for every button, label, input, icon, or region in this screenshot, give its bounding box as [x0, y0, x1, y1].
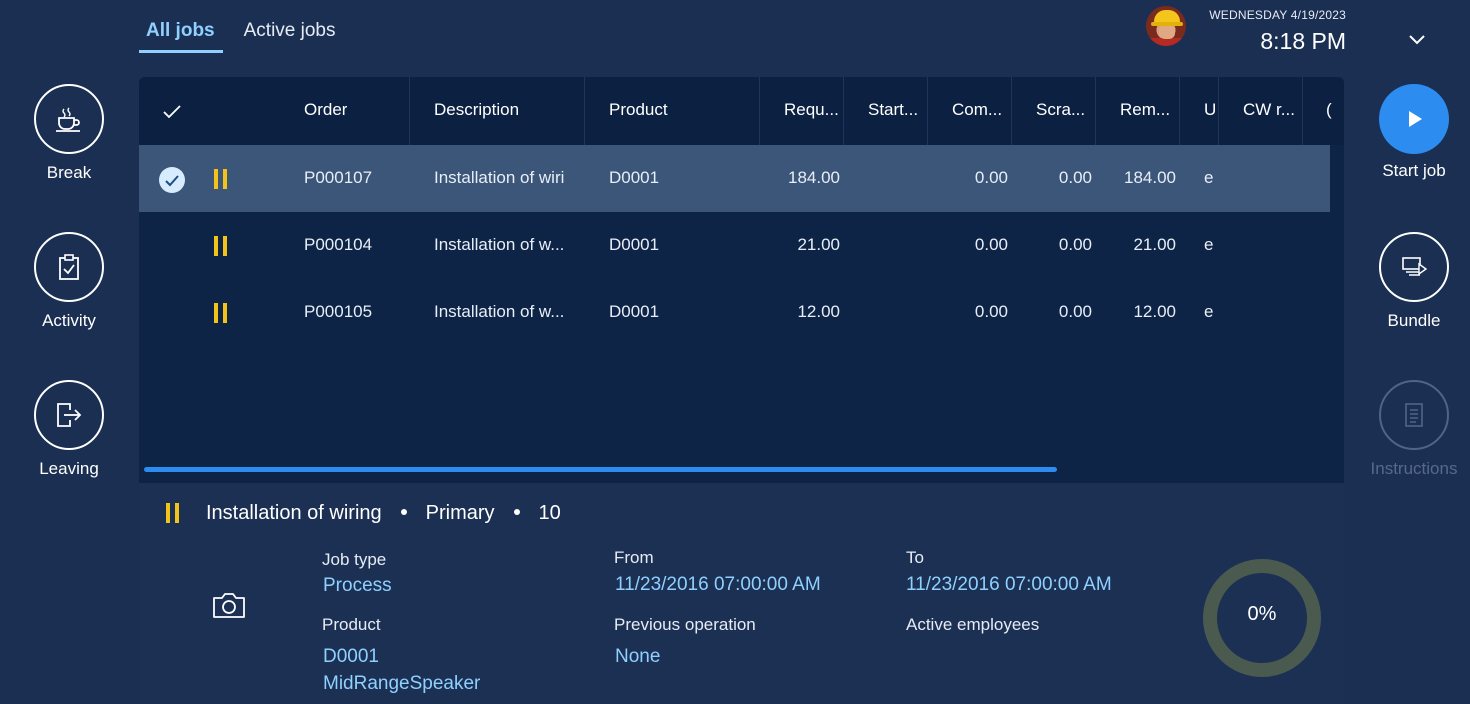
select-all-checkmark-icon[interactable] [162, 104, 182, 120]
start-job-label: Start job [1382, 161, 1446, 180]
cell-required: 21.00 [797, 235, 840, 254]
jobs-grid: Order Description Product Requ... Start.… [139, 77, 1344, 483]
column-header-unit[interactable]: U [1204, 100, 1216, 120]
cell-unit: e [1204, 235, 1214, 254]
cell-required: 184.00 [788, 168, 840, 187]
table-row[interactable]: P000105 Installation of w... D0001 12.00… [139, 279, 1330, 346]
exit-door-icon [57, 403, 82, 427]
bundle-label: Bundle [1387, 311, 1441, 330]
product-name-link[interactable]: MidRangeSpeaker [323, 673, 480, 695]
column-header-order[interactable]: Order [304, 100, 347, 120]
active-employees-label: Active employees [906, 615, 1040, 634]
column-header-remaining[interactable]: Rem... [1120, 100, 1170, 120]
column-header-scrapped[interactable]: Scra... [1036, 100, 1085, 120]
progress-percent: 0% [1247, 603, 1277, 625]
table-row[interactable]: P000107 Installation of wiri D0001 184.0… [139, 145, 1330, 212]
column-header-description[interactable]: Description [434, 100, 519, 120]
job-number: 10 [538, 502, 561, 524]
cell-completed: 0.00 [974, 302, 1008, 321]
tab-active-jobs[interactable]: Active jobs [237, 18, 344, 53]
cell-remaining: 21.00 [1133, 235, 1176, 254]
instructions-button[interactable]: Instructions [1359, 380, 1469, 479]
clipboard-check-icon [59, 254, 79, 280]
cell-order: P000105 [304, 302, 373, 321]
job-tabs: All jobs Active jobs [139, 18, 358, 53]
document-icon [1405, 403, 1423, 427]
cell-description: Installation of w... [434, 235, 565, 254]
start-job-button[interactable]: Start job [1359, 84, 1469, 181]
cell-remaining: 12.00 [1133, 302, 1176, 321]
column-header-required[interactable]: Requ... [784, 100, 839, 120]
previous-operation-value: None [615, 646, 661, 667]
cell-scrapped: 0.00 [1058, 235, 1092, 254]
cell-completed: 0.00 [974, 168, 1008, 187]
cell-scrapped: 0.00 [1058, 168, 1092, 187]
leaving-label: Leaving [39, 459, 99, 478]
cell-description: Installation of wiri [434, 168, 565, 187]
cell-completed: 0.00 [974, 235, 1008, 254]
bundle-button[interactable]: Bundle [1359, 232, 1469, 331]
column-header-cw[interactable]: CW r... [1243, 100, 1295, 120]
job-details-panel: Installation of wiring Primary 10 Job type… [139, 483, 1344, 704]
horizontal-scrollbar[interactable] [144, 467, 1057, 472]
start-job-button-circle[interactable] [1379, 84, 1449, 154]
column-header-product[interactable]: Product [609, 100, 668, 120]
camera-icon[interactable] [211, 589, 247, 621]
cell-order: P000107 [304, 168, 373, 187]
activity-button-circle[interactable] [34, 232, 104, 302]
break-label: Break [46, 163, 92, 182]
break-button-circle[interactable] [34, 84, 104, 154]
avatar[interactable] [1146, 6, 1186, 46]
job-details-title: Installation of wiring Primary 10 [206, 502, 561, 525]
to-value: 11/23/2016 07:00:00 AM [906, 574, 1112, 595]
bundle-button-circle[interactable] [1379, 232, 1449, 302]
column-header-more[interactable]: ( [1326, 100, 1332, 120]
to-label: To [906, 548, 924, 567]
activity-button[interactable]: Activity [14, 232, 124, 331]
column-header-completed[interactable]: Com... [952, 100, 1002, 120]
paused-status-icon [214, 303, 227, 323]
job-type-label: Job type [322, 550, 387, 569]
leaving-button[interactable]: Leaving [14, 380, 124, 479]
cell-product: D0001 [609, 235, 660, 254]
chevron-down-icon[interactable] [1408, 31, 1426, 49]
from-value: 11/23/2016 07:00:00 AM [615, 574, 821, 595]
cell-description: Installation of w... [434, 302, 565, 321]
cell-order: P000104 [304, 235, 373, 254]
cell-remaining: 184.00 [1124, 168, 1176, 187]
cell-product: D0001 [609, 168, 660, 187]
leaving-button-circle[interactable] [34, 380, 104, 450]
cell-product: D0001 [609, 302, 660, 321]
product-id-link[interactable]: D0001 [323, 646, 379, 668]
current-time: 8:18 PM [1260, 28, 1346, 54]
activity-label: Activity [42, 311, 96, 330]
cell-unit: e [1204, 302, 1214, 321]
product-label: Product [322, 615, 381, 634]
break-button[interactable]: Break [14, 84, 124, 183]
previous-operation-label: Previous operation [614, 615, 756, 634]
paused-status-icon [214, 169, 227, 189]
row-selected-check-icon[interactable] [159, 167, 185, 193]
from-label: From [614, 548, 654, 567]
job-type-value: Process [323, 575, 392, 596]
current-date: WEDNESDAY 4/19/2023 [1209, 8, 1346, 22]
grid-header: Order Description Product Requ... Start.… [139, 77, 1344, 145]
play-icon [1409, 111, 1422, 127]
cell-scrapped: 0.00 [1058, 302, 1092, 321]
paused-status-icon [214, 236, 227, 256]
tab-all-jobs[interactable]: All jobs [139, 18, 223, 53]
cell-required: 12.00 [797, 302, 840, 321]
bundle-icon [1402, 257, 1428, 276]
instructions-button-circle[interactable] [1379, 380, 1449, 450]
job-title: Installation of wiring [206, 502, 382, 524]
coffee-cup-icon [56, 107, 80, 132]
column-header-started[interactable]: Start... [868, 100, 918, 120]
paused-status-icon [166, 503, 179, 523]
cell-unit: e [1204, 168, 1214, 187]
instructions-label: Instructions [1370, 459, 1458, 478]
job-priority: Primary [425, 502, 495, 524]
table-row[interactable]: P000104 Installation of w... D0001 21.00… [139, 212, 1330, 279]
